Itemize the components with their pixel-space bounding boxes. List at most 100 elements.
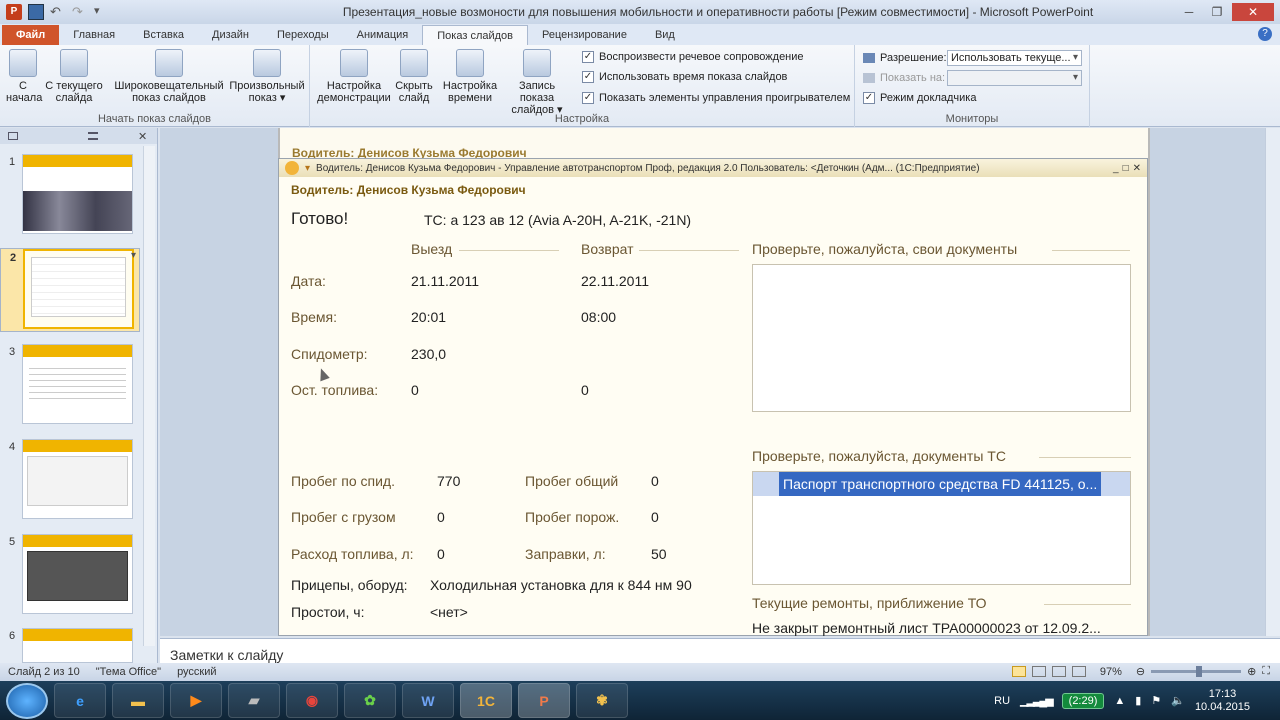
fit-to-window-icon[interactable]: ⛶ xyxy=(1262,665,1270,678)
narration-checkbox[interactable]: ✓ Воспроизвести речевое сопровождение xyxy=(582,51,804,63)
help-icon[interactable]: ? xyxy=(1258,27,1272,41)
editor-scrollbar[interactable] xyxy=(1265,128,1280,636)
minimize-button[interactable]: ─ xyxy=(1176,3,1202,21)
mileage-empty-label: Пробег порож. xyxy=(525,509,620,525)
fuel-left-departure[interactable]: 0 xyxy=(411,382,419,398)
notes-pane[interactable]: Заметки к слайду xyxy=(160,638,1280,663)
volume-icon[interactable]: 🔈 xyxy=(1171,694,1185,707)
taskbar-1c-icon[interactable]: 1C xyxy=(460,683,512,718)
slide-sorter-icon[interactable] xyxy=(1031,666,1046,677)
tab-home[interactable]: Главная xyxy=(59,25,129,45)
reading-view-icon[interactable] xyxy=(1051,666,1066,677)
customize-icon[interactable]: ▾ xyxy=(94,4,110,20)
zoom-slider[interactable] xyxy=(1151,666,1242,677)
broadcast-icon xyxy=(155,49,183,77)
taskbar-chrome-icon[interactable]: ◉ xyxy=(286,683,338,718)
normal-view-icon[interactable] xyxy=(1011,666,1026,677)
tab-file[interactable]: Файл xyxy=(2,25,60,45)
close-icon[interactable]: ✕ xyxy=(1133,163,1141,174)
hide-slide-button[interactable]: Скрыть слайд xyxy=(394,49,434,104)
save-icon[interactable] xyxy=(28,4,44,20)
speedometer-departure[interactable]: 230,0 xyxy=(411,346,446,362)
media-controls-checkbox[interactable]: ✓ Показать элементы управления проигрыват… xyxy=(582,92,850,104)
language[interactable]: русский xyxy=(169,666,224,678)
tab-insert[interactable]: Вставка xyxy=(129,25,198,45)
time-return[interactable]: 08:00 xyxy=(581,309,616,325)
tab-review[interactable]: Рецензирование xyxy=(528,25,641,45)
date-departure[interactable]: 21.11.2011 xyxy=(411,273,479,289)
tab-animation[interactable]: Анимация xyxy=(343,25,423,45)
show-on-select[interactable] xyxy=(947,70,1082,86)
setup-show-button[interactable]: Настройка демонстрации xyxy=(314,49,394,104)
zoom-out-icon[interactable]: ⊖ xyxy=(1136,665,1145,678)
onec-document-window: ▾ Водитель: Денисов Кузьма Федорович - У… xyxy=(278,158,1148,636)
maximize-icon[interactable]: □ xyxy=(1123,163,1129,174)
slide-thumbnail[interactable]: 5 xyxy=(0,534,140,618)
start-button[interactable] xyxy=(6,682,48,719)
taskbar-terminal-icon[interactable]: ▰ xyxy=(228,683,280,718)
setup-group: Настройка демонстрации Скрыть слайд Наст… xyxy=(310,45,855,127)
broadcast-button[interactable]: Широковещательный показ слайдов xyxy=(112,49,226,104)
clock[interactable]: 17:13 10.04.2015 xyxy=(1195,688,1250,714)
slide-thumbnail[interactable]: 3 xyxy=(0,344,140,428)
maximize-button[interactable]: ❐ xyxy=(1204,3,1230,21)
undo-icon[interactable]: ↶ xyxy=(50,4,66,20)
timer-icon xyxy=(456,49,484,77)
taskbar-media-icon[interactable]: ▶ xyxy=(170,683,222,718)
zoom-level[interactable]: 97% xyxy=(1092,666,1130,678)
redo-icon[interactable]: ↷ xyxy=(72,4,88,20)
taskbar-word-icon[interactable]: W xyxy=(402,683,454,718)
resolution-select[interactable]: Использовать текуще... xyxy=(947,50,1082,66)
use-timings-checkbox[interactable]: ✓ Использовать время показа слайдов xyxy=(582,71,787,83)
speedometer-label: Спидометр: xyxy=(291,346,368,362)
ready-label: Готово! xyxy=(291,209,349,228)
tab-transitions[interactable]: Переходы xyxy=(263,25,343,45)
close-button[interactable]: ✕ xyxy=(1232,3,1274,21)
slideshow-current-icon xyxy=(60,49,88,77)
repair-item[interactable]: Не закрыт ремонтный лист ТРА00000023 от … xyxy=(752,620,1101,636)
minimize-icon[interactable]: _ xyxy=(1113,163,1119,174)
custom-show-button[interactable]: Произвольный показ ▾ xyxy=(228,49,306,104)
battery-timer[interactable]: (2:29) xyxy=(1061,692,1105,709)
from-current-button[interactable]: С текущего слайда xyxy=(44,49,104,104)
group-label: Мониторы xyxy=(945,113,999,125)
date-return[interactable]: 22.11.2011 xyxy=(581,273,649,289)
vehicle-doc-item[interactable]: Паспорт транспортного средства FD 441125… xyxy=(753,472,1130,496)
network-signal-icon[interactable]: ▁▂▃▄▅ xyxy=(1020,694,1054,707)
keyboard-layout[interactable]: RU xyxy=(994,695,1010,707)
slides-tab-icon[interactable] xyxy=(8,132,18,140)
close-panel-icon[interactable]: ✕ xyxy=(138,130,147,143)
powerpoint-logo-icon[interactable]: P xyxy=(6,4,22,20)
tab-slideshow[interactable]: Показ слайдов xyxy=(422,25,528,45)
onec-menu-icon[interactable]: ▾ xyxy=(305,163,310,174)
slide-thumbnail-selected[interactable]: 2 xyxy=(0,248,140,332)
time-departure[interactable]: 20:01 xyxy=(411,309,446,325)
slides-scrollbar[interactable] xyxy=(143,146,155,646)
flag-icon[interactable]: ⚑ xyxy=(1151,694,1161,707)
taskbar-explorer-icon[interactable]: ▬ xyxy=(112,683,164,718)
monitors-group: Разрешение: Использовать текуще... Показ… xyxy=(855,45,1090,127)
rehearse-timings-button[interactable]: Настройка времени xyxy=(438,49,502,104)
taskbar-icq-icon[interactable]: ✿ xyxy=(344,683,396,718)
slide-thumbnail[interactable]: 6 xyxy=(0,628,140,663)
tab-view[interactable]: Вид xyxy=(641,25,689,45)
show-hidden-icon[interactable]: ▲ xyxy=(1114,695,1125,707)
presenter-view-checkbox[interactable]: ✓ Режим докладчика xyxy=(863,92,976,104)
fuel-left-return[interactable]: 0 xyxy=(581,382,589,398)
phone-icon[interactable]: ▮ xyxy=(1135,694,1141,707)
slide-thumbnail[interactable]: 1 xyxy=(0,154,140,238)
slideshow-view-icon[interactable] xyxy=(1071,666,1086,677)
slide-thumbnail[interactable]: 4 xyxy=(0,439,140,523)
taskbar-ie-icon[interactable]: e xyxy=(54,683,106,718)
record-show-button[interactable]: Запись показа слайдов ▾ xyxy=(502,49,572,116)
taskbar-flower-icon[interactable]: ✾ xyxy=(576,683,628,718)
slides-panel-header: ✕ xyxy=(0,128,157,144)
idle-value[interactable]: <нет> xyxy=(430,604,468,620)
taskbar-powerpoint-icon[interactable]: P xyxy=(518,683,570,718)
from-beginning-button[interactable]: С начала xyxy=(6,49,42,104)
outline-tab-icon[interactable] xyxy=(88,132,98,140)
zoom-in-icon[interactable]: ⊕ xyxy=(1247,665,1256,678)
my-documents-list[interactable] xyxy=(752,264,1131,412)
tab-design[interactable]: Дизайн xyxy=(198,25,263,45)
trailers-value[interactable]: Холодильная установка для к 844 нм 90 xyxy=(430,577,692,593)
